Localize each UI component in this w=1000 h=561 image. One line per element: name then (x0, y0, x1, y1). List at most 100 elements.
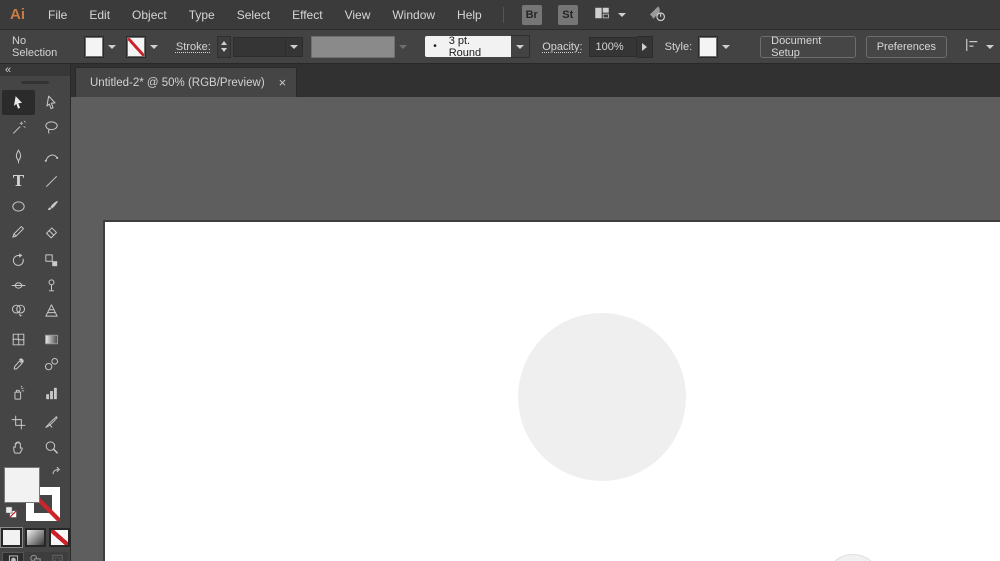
gpu-performance-button[interactable] (646, 3, 667, 26)
stroke-weight-field[interactable] (233, 36, 286, 57)
document-setup-button[interactable]: Document Setup (760, 35, 856, 59)
illustrator-window: Ai File Edit Object Type Select Effect View Win… (0, 0, 1000, 561)
symbol-sprayer-tool[interactable] (2, 381, 35, 406)
panel-collapse-button[interactable]: « (0, 64, 70, 76)
artboard-tool[interactable] (2, 410, 35, 435)
control-bar: No Selection Stroke: • 3 pt. Round Opaci… (0, 30, 1000, 64)
menu-item-view[interactable]: View (334, 0, 382, 29)
chevron-down-icon (107, 44, 116, 49)
slice-tool[interactable] (35, 410, 68, 435)
zoom-tool[interactable] (35, 435, 68, 460)
eyedropper-tool[interactable] (2, 352, 35, 377)
drawing-mode-row (2, 552, 68, 561)
stroke-weight-stepper[interactable] (216, 35, 232, 58)
document-tab[interactable]: Untitled-2* @ 50% (RGB/Preview) × (75, 67, 298, 97)
none-button[interactable] (48, 528, 70, 547)
fill-color-swatch[interactable] (84, 35, 104, 58)
draw-behind-button[interactable] (24, 552, 46, 561)
lasso-tool[interactable] (35, 115, 68, 140)
stroke-color-swatch[interactable] (125, 35, 146, 58)
menu-item-type[interactable]: Type (178, 0, 226, 29)
fill-indicator[interactable] (4, 467, 40, 503)
default-swatches-icon (4, 506, 19, 524)
toolbox: T (0, 76, 70, 561)
line-segment-tool[interactable] (35, 169, 68, 194)
color-button[interactable] (0, 527, 23, 548)
stock-button[interactable]: St (557, 4, 578, 25)
opacity-panel-link[interactable]: Opacity: (542, 41, 582, 53)
brush-definition-label: 3 pt. Round (448, 34, 482, 59)
tool-row (2, 410, 68, 435)
preferences-button[interactable]: Preferences (865, 35, 947, 58)
style-swatch[interactable] (698, 35, 719, 58)
canvas[interactable] (71, 97, 1000, 561)
menu-item-edit[interactable]: Edit (78, 0, 121, 29)
workspace-switcher-button[interactable] (592, 4, 626, 25)
rotate-tool[interactable] (2, 248, 35, 273)
selection-tool[interactable] (2, 90, 35, 115)
draw-inside-icon (50, 553, 65, 561)
direct-selection-tool[interactable] (35, 90, 68, 115)
puppet-warp-tool[interactable] (35, 273, 68, 298)
swap-fill-stroke-button[interactable] (50, 466, 65, 486)
chevron-down-icon (617, 12, 626, 17)
partial-circle-bottom[interactable] (825, 554, 881, 561)
menu-items: File Edit Object Type Select Effect View Window… (37, 0, 493, 29)
workspace-layout-icon (592, 4, 612, 25)
curvature-tool[interactable] (35, 144, 68, 169)
menu-item-effect[interactable]: Effect (281, 0, 333, 29)
gradient-tool[interactable] (35, 327, 68, 352)
close-icon[interactable]: × (279, 76, 287, 89)
menu-item-object[interactable]: Object (121, 0, 178, 29)
brush-definition-chevron[interactable] (511, 35, 531, 58)
tool-row (2, 298, 68, 323)
pencil-tool[interactable] (2, 219, 35, 244)
variable-width-profile-dropdown (310, 35, 396, 58)
width-tool[interactable] (2, 273, 35, 298)
ellipse-tool[interactable] (2, 194, 35, 219)
chevron-down-icon (149, 44, 158, 49)
default-fill-stroke-button[interactable] (4, 505, 19, 525)
bridge-button[interactable]: Br (521, 4, 542, 25)
perspective-grid-tool[interactable] (35, 298, 68, 323)
drawn-circle[interactable] (518, 313, 686, 481)
brush-definition-dropdown[interactable]: • 3 pt. Round (425, 34, 531, 59)
draw-normal-button[interactable] (2, 552, 24, 561)
column-graph-tool[interactable] (35, 381, 68, 406)
tool-row (2, 90, 68, 115)
menu-item-window[interactable]: Window (381, 0, 446, 29)
stroke-weight-dropdown[interactable] (285, 36, 303, 57)
menu-item-select[interactable]: Select (226, 0, 281, 29)
hand-tool[interactable] (2, 435, 35, 460)
scale-tool[interactable] (35, 248, 68, 273)
menu-item-help[interactable]: Help (446, 0, 493, 29)
artboard[interactable] (103, 220, 1000, 561)
tool-row (2, 144, 68, 169)
gradient-button[interactable] (24, 528, 46, 547)
fill-color-dropdown[interactable] (104, 37, 120, 57)
align-options-button[interactable] (963, 36, 994, 57)
align-icon (963, 36, 981, 57)
document-tab-bar: Untitled-2* @ 50% (RGB/Preview) × (71, 64, 1000, 97)
magic-wand-tool[interactable] (2, 115, 35, 140)
eraser-tool[interactable] (35, 219, 68, 244)
opacity-expand-button[interactable] (636, 35, 653, 58)
type-tool[interactable]: T (2, 169, 35, 194)
paintbrush-tool[interactable] (35, 194, 68, 219)
draw-normal-icon (6, 553, 21, 561)
selection-status: No Selection (12, 34, 58, 59)
pen-tool[interactable] (2, 144, 35, 169)
shape-builder-tool[interactable] (2, 298, 35, 323)
opacity-field[interactable]: 100% (588, 36, 637, 57)
menu-item-file[interactable]: File (37, 0, 78, 29)
blend-tool[interactable] (35, 352, 68, 377)
style-dropdown[interactable] (718, 37, 734, 57)
tool-row (2, 219, 68, 244)
stroke-panel-link[interactable]: Stroke: (176, 41, 211, 53)
chevron-down-icon (986, 44, 994, 49)
stroke-color-dropdown[interactable] (146, 37, 162, 57)
menubar-divider (502, 6, 504, 23)
panel-grip-handle[interactable] (21, 81, 49, 84)
draw-inside-button (46, 552, 68, 561)
mesh-tool[interactable] (2, 327, 35, 352)
